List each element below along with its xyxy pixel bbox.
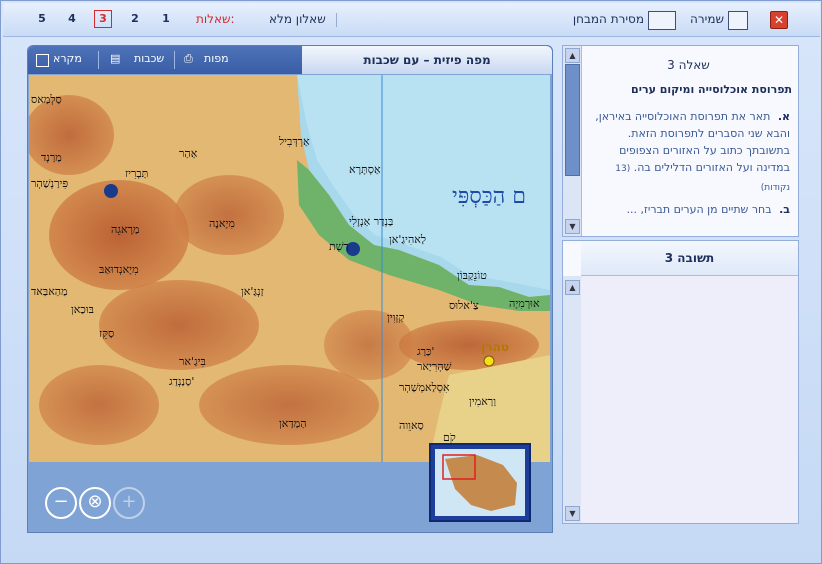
tab-layers[interactable]: שכבות (134, 52, 164, 65)
save-icon[interactable] (728, 11, 748, 30)
question-body: א. תאר את תפרוסת האוכלוסייה באיראן, והבא… (585, 108, 790, 218)
city-label: בּוּכַאן (71, 303, 94, 316)
city-label: מַרָאגֵה (111, 223, 139, 236)
city-label: אוּרְמִיָה (509, 297, 540, 310)
zoom-reset-icon[interactable]: ⊗ (79, 487, 111, 519)
map-viewport[interactable]: ם הַכַּסְפִּי טהרן אַרְדְּבִיל אַסְתָּרָ… (29, 75, 550, 462)
questions-label: שאלות: (196, 12, 235, 26)
city-label: אַרְדְּבִיל (278, 135, 310, 148)
legend-checkbox-icon[interactable] (36, 54, 49, 67)
city-label: צַ'אלוּס (449, 299, 479, 312)
answer-header: תשובה 3 (581, 241, 798, 276)
city-label: סַנַנְדַג' (169, 375, 194, 388)
city-label: בַּנְדַר אַנְזָלִי (349, 215, 393, 228)
city-label: קַזְוִין (387, 311, 405, 324)
top-toolbar: ✕ שמירה מסירת המבחן שאלון מלא שאלות: 1 2… (3, 3, 820, 37)
scroll-down-icon[interactable]: ▼ (565, 219, 580, 234)
part-b-text: בחר שתיים מן הערים תבריז, ... (626, 203, 772, 216)
city-label: הַמַדַאן (279, 417, 307, 430)
question-scrollbar[interactable]: ▲ ▼ (563, 46, 582, 236)
maps-icon[interactable]: ⎙ (184, 52, 193, 66)
app-window: ✕ שמירה מסירת המבחן שאלון מלא שאלות: 1 2… (0, 0, 822, 564)
answer-textarea[interactable] (581, 276, 798, 523)
question-part-b: ב. בחר שתיים מן הערים תבריז, ... (585, 201, 790, 218)
city-label: לַאהִיגַ'אן (389, 233, 426, 246)
question-nav-3[interactable]: 3 (94, 10, 112, 28)
map-panel: מקרא ▤ שכבות ⎙ מפות מפה פיזית – עם שכבות (27, 45, 553, 533)
scroll-up-icon[interactable]: ▲ (565, 48, 580, 63)
scroll-up-icon[interactable]: ▲ (565, 280, 580, 295)
city-label: מַרַנְד (41, 151, 62, 164)
city-label: כַּרַג' (417, 345, 434, 358)
map-title: מפה פיזית – עם שכבות (302, 46, 552, 74)
city-label: בִּיגַ'אר (179, 355, 206, 368)
question-nav-2[interactable]: 2 (127, 12, 143, 25)
question-nav-1[interactable]: 1 (158, 12, 174, 25)
tabriz-marker[interactable] (104, 184, 118, 198)
part-a-letter: א. (777, 110, 790, 123)
close-icon[interactable]: ✕ (770, 11, 788, 29)
city-label: סַלְמַאס (31, 93, 62, 106)
submit-exam-button[interactable]: מסירת המבחן (573, 12, 644, 26)
question-panel: ▲ ▼ שאלה 3 תפרוסת אוכלוסייה ומיקום ערים … (562, 45, 799, 237)
city-label: סַקֵּז (99, 327, 114, 340)
answer-panel: תשובה 3 ▲ ▼ (562, 240, 799, 524)
tab-maps[interactable]: מפות (204, 52, 229, 65)
answer-scrollbar[interactable]: ▲ ▼ (563, 276, 582, 523)
question-nav-4[interactable]: 4 (64, 12, 80, 25)
scroll-thumb[interactable] (565, 64, 580, 176)
question-nav-5[interactable]: 5 (34, 12, 50, 25)
city-label: סַאוֵוה (399, 419, 424, 432)
city-label: תַּבְרִיז (125, 167, 148, 180)
minimap[interactable] (429, 443, 531, 522)
tab-divider (174, 51, 175, 69)
physical-map[interactable]: ם הַכַּסְפִּי טהרן אַרְדְּבִיל אַסְתָּרָ… (29, 75, 550, 462)
scroll-down-icon[interactable]: ▼ (565, 506, 580, 521)
city-label: מִיָאנְדוּאַבּ (99, 263, 139, 276)
tab-legend[interactable]: מקרא (53, 52, 82, 65)
question-header: שאלה 3 (667, 58, 710, 72)
city-label: זַנְגַּ'אן (241, 285, 264, 298)
map-tab-bar: מקרא ▤ שכבות ⎙ מפות מפה פיזית – עם שכבות (28, 46, 552, 74)
submit-exam-icon[interactable] (648, 11, 676, 30)
zoom-in-icon[interactable]: + (113, 487, 145, 519)
toolbar-divider (336, 13, 337, 27)
city-label: אַסְתָּרָא (349, 163, 381, 176)
city-label: פִּירַנְשַׁהְר (31, 177, 68, 190)
city-label: אַהַר (179, 147, 198, 160)
city-label: מִיָאנֶה (209, 217, 235, 230)
city-label: שַׁהְרִיַאר (417, 360, 452, 373)
question-subtitle: תפרוסת אוכלוסייה ומיקום ערים (631, 83, 792, 96)
full-questionnaire-link[interactable]: שאלון מלא (269, 12, 326, 26)
city-label: רַשְׁת (329, 240, 349, 253)
tehran-label: טהרן (481, 340, 509, 354)
city-label: אִסְלַאמְשַׁהְר (399, 381, 450, 394)
tab-divider (98, 51, 99, 69)
tehran-marker[interactable] (483, 355, 495, 367)
part-b-letter: ב. (779, 203, 790, 216)
city-label: וַרַאמִין (469, 395, 496, 408)
layers-icon[interactable]: ▤ (110, 52, 120, 65)
save-button[interactable]: שמירה (690, 12, 724, 26)
question-part-a: א. תאר את תפרוסת האוכלוסייה באיראן, והבא… (585, 108, 790, 197)
city-label: טוֹנֵקַבּוֹן (457, 269, 487, 282)
caspian-sea-label: ם הַכַּסְפִּי (452, 184, 526, 209)
zoom-out-icon[interactable]: − (45, 487, 77, 519)
city-label: מַהַאבַּאד (31, 285, 68, 298)
